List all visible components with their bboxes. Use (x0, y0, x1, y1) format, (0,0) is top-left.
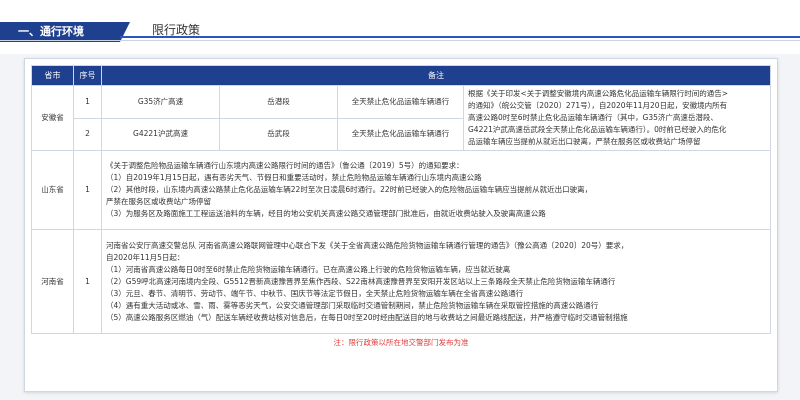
page-title: 限行政策 (152, 23, 201, 37)
seq-cell: 2 (73, 117, 102, 151)
note-line: 严禁在服务区或收费站广场停留 (106, 197, 211, 206)
section-title: 一、通行环境 (0, 22, 130, 42)
note-line: 河南省公安厅高速交警总队 河南省高速公路联网管理中心联合下发《关于全省高速公路危… (106, 240, 629, 250)
rule-cell: 全天禁止危化品运输车辆通行 (337, 85, 464, 119)
note-line: 品运输车辆应当提前从就近出口驶离，严禁在服务区或收费站广场停留 (468, 137, 701, 146)
segment-cell: 岳武段 (219, 117, 338, 151)
footnote: 注：限行政策以所在地交警部门发布为准 (333, 338, 469, 347)
note-line: （4）遇有重大活动或冰、雪、雨、雾等恶劣天气，公安交通管理部门采取临时交通管制期… (106, 300, 599, 310)
seq-cell: 1 (73, 229, 102, 334)
table-header-row: 省市 序号 备注 (31, 65, 771, 86)
header-bar: 一、通行环境 限行政策 (0, 0, 800, 54)
henan-note-cell: 河南省公安厅高速交警总队 河南省高速公路联网管理中心联合下发《关于全省高速公路危… (101, 229, 771, 334)
segment-cell: 岳潜段 (219, 85, 338, 119)
road-cell: G4221沪武高速 (101, 117, 220, 151)
policy-table: 省市 序号 备注 安徽省 1 G35济广高速 岳潜段 全天禁止危化品运输车辆通行… (31, 65, 771, 352)
table-row: 河南省 1 河南省公安厅高速交警总队 河南省高速公路联网管理中心联合下发《关于全… (31, 229, 771, 334)
section-underline (120, 36, 800, 38)
rule-cell: 全天禁止危化品运输车辆通行 (337, 117, 464, 151)
anhui-note-cell: 根据《关于印发<关于调整安徽境内高速公路危化品运输车辆限行时间的通告> 的通知》… (463, 85, 771, 151)
province-cell: 山东省 (31, 150, 74, 230)
note-line: （1）自2019年1月15日起，遇有恶劣天气、节假日和重要活动时，禁止危险物品运… (106, 173, 482, 182)
header-seq: 序号 (73, 65, 102, 86)
header-remark: 备注 (101, 65, 771, 86)
section-divider (0, 40, 800, 41)
note-line: 根据《关于印发<关于调整安徽境内高速公路危化品运输车辆限行时间的通告> (468, 89, 729, 98)
note-line: 自2020年11月5日起： (106, 252, 185, 262)
header-province: 省市 (31, 65, 74, 86)
seq-cell: 1 (73, 150, 102, 230)
table-row: 安徽省 1 G35济广高速 岳潜段 全天禁止危化品运输车辆通行 根据《关于印发<… (31, 85, 771, 151)
note-line: 《关于调整危险物品运输车辆通行山东境内高速公路限行时间的通告》（鲁公通〔2019… (106, 161, 464, 170)
note-line: 的通知》（皖公交管〔2020〕271号），自2020年11月20日起，安徽境内所… (468, 101, 728, 110)
note-line: （3）元旦、春节、清明节、劳动节、端午节、中秋节、国庆节等法定节假日，全天禁止危… (106, 288, 524, 298)
seq-cell: 1 (73, 85, 102, 119)
note-line: （1）河南省高速公路每日0时至6时禁止危险货物运输车辆通行。已在高速公路上行驶的… (106, 264, 511, 274)
note-line: 高速公路0时至6时禁止危化品运输车辆通行（其中，G35济广高速岳潜段、 (468, 113, 718, 122)
note-line: （2）G59呼北高速河南境内全段、G5512晋新高速豫晋界至焦作西段、S22南林… (106, 276, 616, 286)
province-cell: 河南省 (31, 229, 74, 334)
note-line: G4221沪武高速岳武段全天禁止危化品运输车辆通行）。0时前已经驶入的危化 (468, 125, 727, 134)
shandong-note-cell: 《关于调整危险物品运输车辆通行山东境内高速公路限行时间的通告》（鲁公通〔2019… (101, 150, 771, 230)
footnote-row: 注：限行政策以所在地交警部门发布为准 (32, 334, 771, 353)
note-line: （2）其他时段，山东境内高速公路禁止危化品运输车辆22时至次日凌晨6时通行。22… (106, 185, 593, 194)
province-cell: 安徽省 (31, 85, 74, 151)
policy-panel: 省市 序号 备注 安徽省 1 G35济广高速 岳潜段 全天禁止危化品运输车辆通行… (24, 58, 778, 392)
note-line: （5）高速公路服务区燃油（气）配送车辆经收费站核对信息后，在每日0时至20时经由… (106, 312, 628, 322)
note-line: （3）为服务区及路面施工工程运送油料的车辆，经目的地公安机关高速公路交通管理部门… (106, 209, 546, 218)
table-row: 山东省 1 《关于调整危险物品运输车辆通行山东境内高速公路限行时间的通告》（鲁公… (31, 150, 771, 230)
road-cell: G35济广高速 (101, 85, 220, 119)
